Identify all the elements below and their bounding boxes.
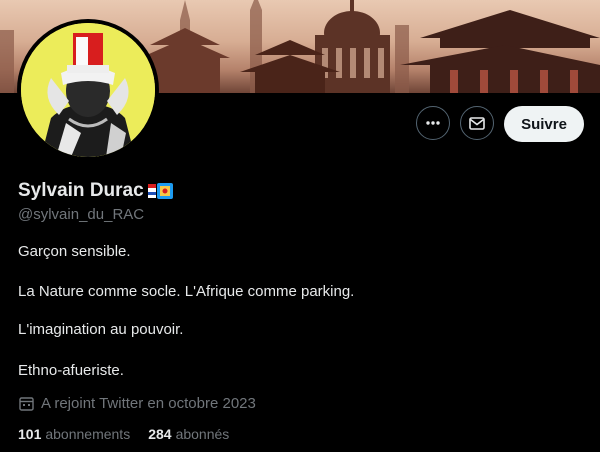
- follow-button[interactable]: Suivre: [504, 106, 584, 142]
- name-row: Sylvain Durac: [18, 180, 174, 202]
- bio-line: La Nature comme socle. L'Afrique comme p…: [18, 283, 355, 300]
- following-label: abonnements: [45, 426, 131, 442]
- follow-stats: 101 abonnements 284 abonnés: [18, 426, 247, 442]
- avatar[interactable]: [17, 19, 159, 161]
- more-options-button[interactable]: [416, 106, 450, 140]
- following-count: 101: [18, 426, 42, 442]
- more-horizontal-icon: [426, 121, 440, 125]
- display-name: Sylvain Durac: [18, 180, 144, 201]
- flag-emoji-icon: [147, 182, 174, 200]
- following-link[interactable]: 101 abonnements: [18, 426, 130, 442]
- joined-text: A rejoint Twitter en octobre 2023: [41, 395, 256, 412]
- envelope-icon: [469, 117, 485, 130]
- bio-line: Ethno-afueriste.: [18, 362, 124, 379]
- avatar-image: [21, 23, 155, 157]
- calendar-icon: [19, 397, 34, 411]
- followers-label: abonnés: [175, 426, 230, 442]
- handle: @sylvain_du_RAC: [18, 206, 145, 223]
- bio-line: Garçon sensible.: [18, 243, 131, 260]
- joined-date: A rejoint Twitter en octobre 2023: [18, 395, 256, 412]
- message-button[interactable]: [460, 106, 494, 140]
- followers-link[interactable]: 284 abonnés: [148, 426, 229, 442]
- followers-count: 284: [148, 426, 172, 442]
- bio-line: L'imagination au pouvoir.: [18, 321, 184, 338]
